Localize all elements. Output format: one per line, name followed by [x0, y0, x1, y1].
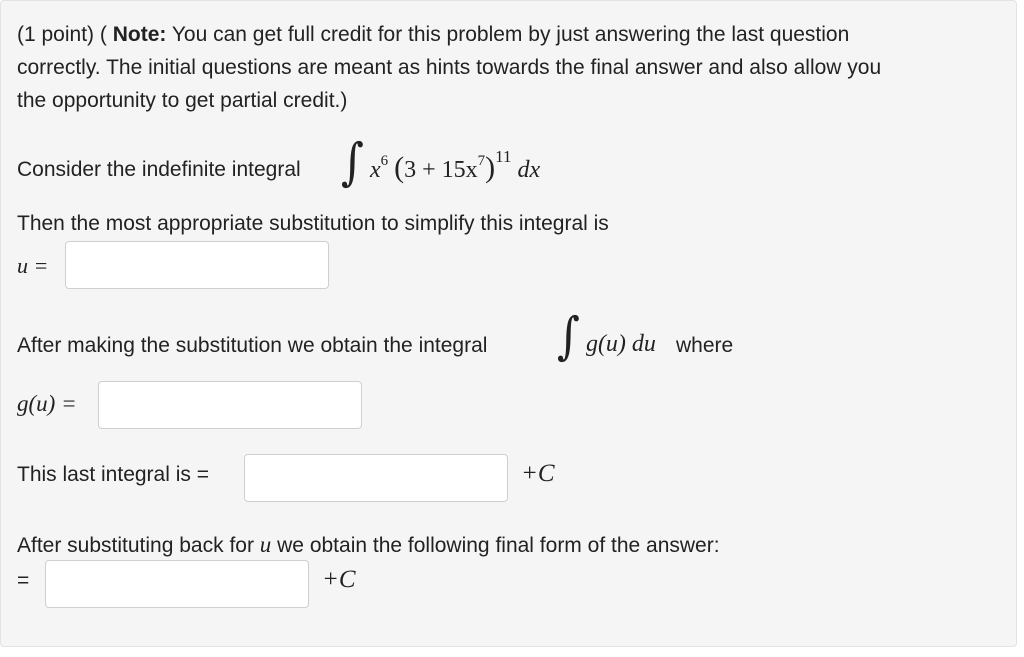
integrand-x-exponent: 6	[380, 153, 389, 169]
header-line-1: (1 point) ( Note: You can get full credi…	[17, 18, 849, 51]
g-label: g(u) =	[17, 391, 77, 416]
g-integrand: g(u) du	[585, 331, 656, 357]
final-prompt-u: u	[259, 532, 272, 557]
final-plus-c: +C	[322, 566, 356, 593]
note-text-1: You can get full credit for this problem…	[166, 23, 850, 46]
g-of-u-input[interactable]	[98, 381, 362, 429]
u-label: u =	[17, 253, 49, 278]
header-line-3: the opportunity to get partial credit.)	[17, 89, 348, 112]
header-line-2: correctly. The initial questions are mea…	[17, 56, 882, 79]
integral-sign-icon: ∫	[557, 307, 580, 366]
integrand-x: x	[369, 157, 381, 183]
where-label: where	[676, 334, 734, 357]
integrand-outer-exponent: 11	[495, 147, 512, 166]
integrand-open-paren: (	[394, 151, 405, 184]
last-integral-input[interactable]	[244, 454, 508, 502]
integrand-body: 3 + 15x	[404, 157, 478, 183]
final-prompt-after: we obtain the following final form of th…	[277, 534, 720, 557]
u-substitution-input[interactable]	[65, 241, 329, 289]
final-equals-label: =	[17, 569, 30, 592]
points-label: (1 point) (	[17, 23, 107, 46]
integral-statement-text: Consider the indefinite integral	[17, 158, 301, 181]
final-answer-input[interactable]	[45, 560, 309, 608]
g-integral-expression: ∫ g(u) du	[557, 307, 656, 366]
final-prompt: After substituting back for u we obtain …	[17, 532, 720, 558]
final-prompt-before: After substituting back for	[17, 534, 254, 557]
integrand-inner-exponent: 7	[477, 153, 486, 169]
last-integral-plus-c: +C	[521, 460, 555, 487]
problem-panel: (1 point) ( Note: You can get full credi…	[0, 0, 1017, 647]
integral-sign-icon: ∫	[341, 133, 364, 192]
integrand-close-paren: )	[485, 151, 496, 184]
integrand-dx: dx	[517, 157, 541, 183]
note-label: Note:	[112, 23, 167, 46]
after-substitution-prompt: After making the substitution we obtain …	[17, 334, 488, 357]
substitution-prompt: Then the most appropriate substitution t…	[17, 212, 609, 235]
last-integral-label: This last integral is =	[17, 463, 209, 486]
integral-expression: ∫ x6 (3 + 15x7)11 dx	[341, 133, 541, 192]
